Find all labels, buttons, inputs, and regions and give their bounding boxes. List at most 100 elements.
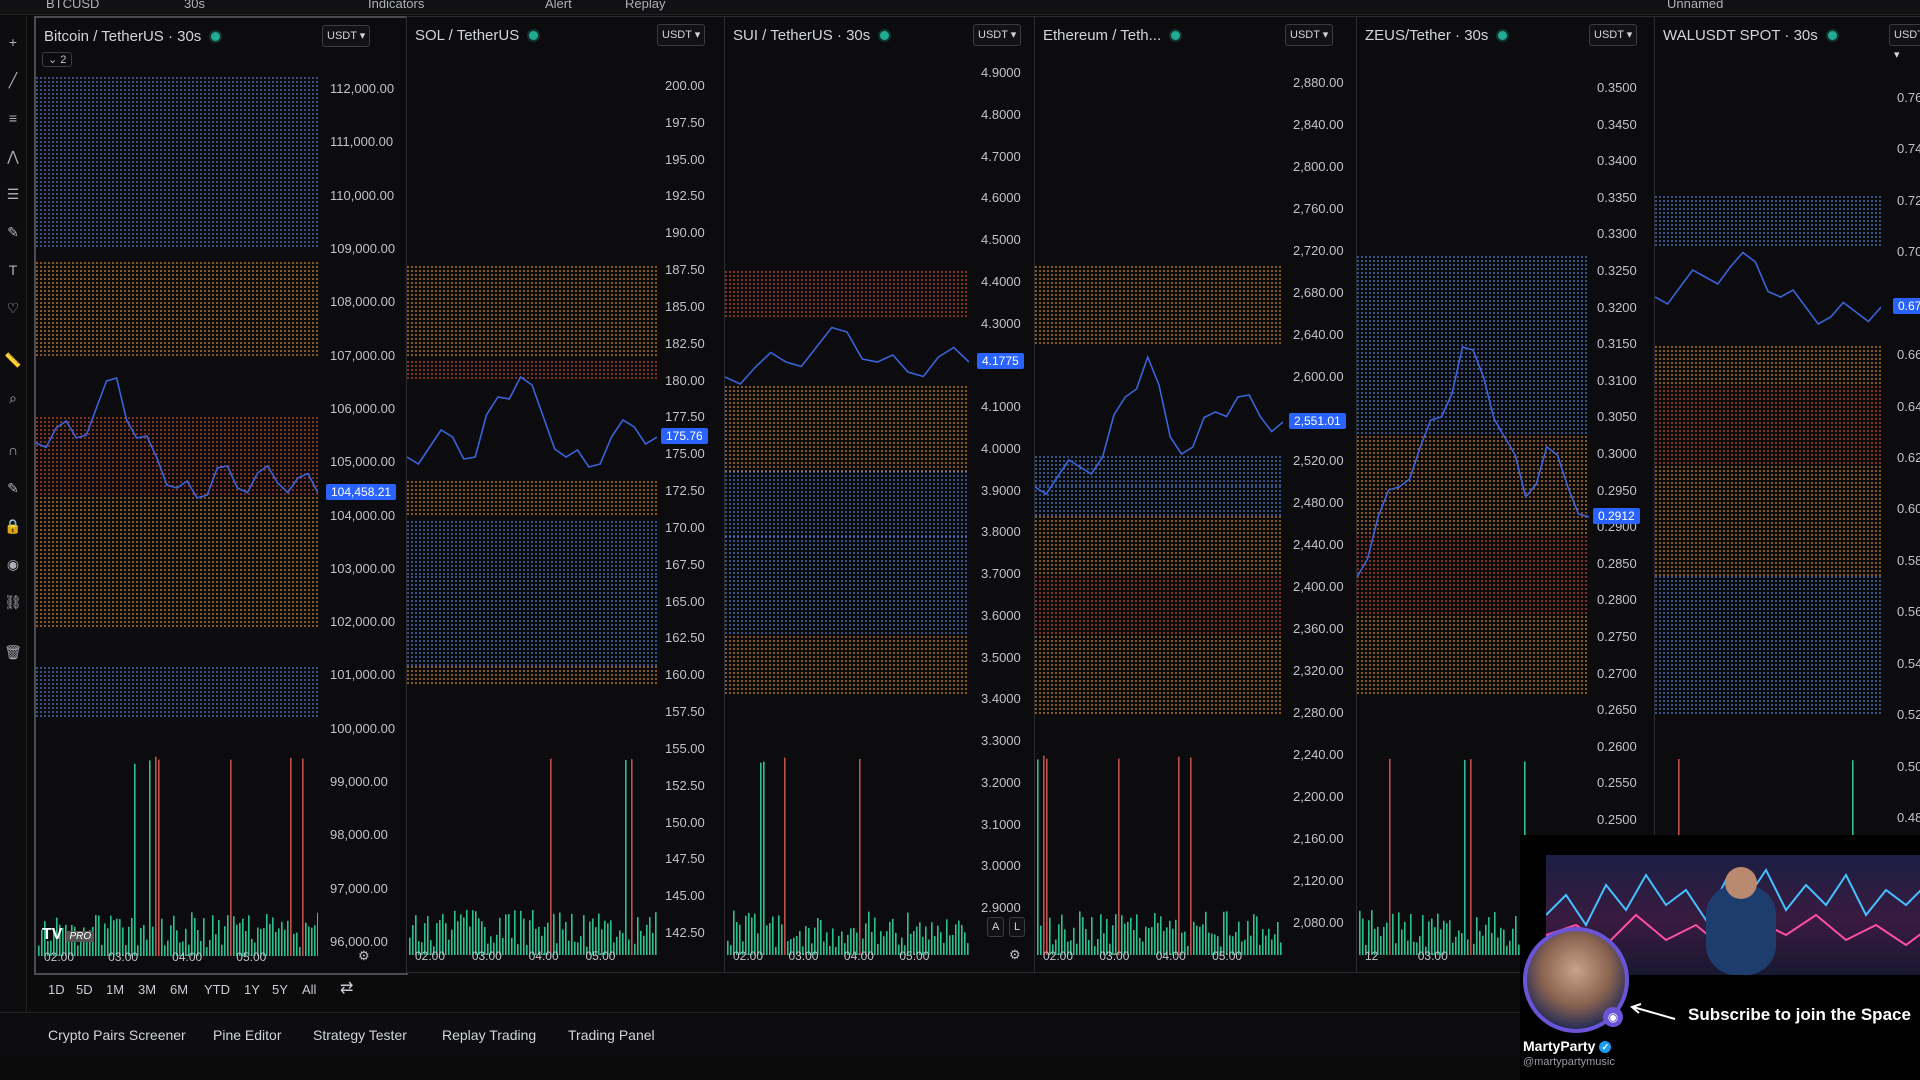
volume-bar [1091, 917, 1093, 955]
price-axis-label: 0.2700 [1597, 665, 1637, 681]
tab-strategy-tester[interactable]: Strategy Tester [313, 1027, 407, 1043]
volume-bar [967, 943, 969, 955]
tab-replay-trading[interactable]: Replay Trading [442, 1027, 536, 1043]
volume-bar [1449, 920, 1451, 955]
scale-toggle-button[interactable]: A [987, 917, 1005, 937]
lock-icon[interactable]: 🔒 [3, 516, 23, 536]
replay-button[interactable]: Replay [625, 0, 665, 11]
range-1d[interactable]: 1D [48, 982, 65, 997]
volume-bar [1076, 943, 1078, 955]
chart-canvas[interactable] [1655, 17, 1881, 972]
volume-bar [272, 917, 274, 956]
settings-gear-icon[interactable]: ⚙ [358, 948, 370, 964]
trendline-icon[interactable]: ╱ [3, 70, 23, 90]
currency-dropdown[interactable]: USDT ▾ [973, 24, 1022, 46]
currency-dropdown[interactable]: USDT ▾ [657, 24, 706, 46]
tab-crypto-pairs-screener[interactable]: Crypto Pairs Screener [48, 1027, 186, 1043]
brush-icon[interactable]: ✎ [3, 222, 23, 242]
chart-title[interactable]: Ethereum / Teth... [1043, 27, 1181, 44]
volume-bar [1151, 927, 1153, 955]
symbol-label: SUI / TetherUS · 30s [733, 27, 871, 44]
interval-button[interactable]: 30s [184, 0, 205, 11]
scale-toggle-button[interactable]: L [1009, 917, 1026, 937]
zoom-icon[interactable]: ⌕ [3, 388, 23, 408]
range-5y[interactable]: 5Y [272, 982, 288, 997]
chart-panel[interactable]: SUI / TetherUS · 30s USDT ▾ 4.9000 4.8000 4.… [724, 16, 1036, 973]
ruler-icon[interactable]: 📏 [3, 350, 23, 370]
chart-panel[interactable]: ZEUS/Tether · 30s USDT ▾ 0.3500 0.3450 0.340… [1356, 16, 1656, 973]
volume-bar [1392, 913, 1394, 955]
volume-bar [167, 940, 169, 956]
currency-dropdown[interactable]: USDT ▾ [1589, 24, 1638, 46]
chart-panel[interactable]: SOL / TetherUS USDT ▾ 200.00 197.50 195.00 19… [406, 16, 725, 973]
volume-bar [550, 758, 552, 955]
alert-button[interactable]: Alert [545, 0, 572, 11]
chart-panel[interactable]: Ethereum / Teth... USDT ▾ 2,880.00 2,840.00… [1034, 16, 1358, 973]
date-range-bar: 1D 5D 1M 3M 6M YTD 1Y 5Y All ⇄ [28, 972, 1528, 1008]
volume-bar [958, 920, 960, 955]
chart-panel[interactable]: Bitcoin / TetherUS · 30s USDT ▾ ⌄ 2 112,000… [34, 16, 408, 975]
volume-bar [203, 918, 205, 956]
currency-dropdown[interactable]: USDT ▾ [1285, 24, 1334, 46]
range-3m[interactable]: 3M [138, 982, 156, 997]
currency-dropdown[interactable]: USDT ▾ [1889, 24, 1920, 61]
tab-pine-editor[interactable]: Pine Editor [213, 1027, 281, 1043]
volume-bar [514, 910, 516, 955]
range-1m[interactable]: 1M [106, 982, 124, 997]
chart-canvas[interactable] [725, 17, 969, 972]
price-axis-label: 185.00 [665, 298, 705, 314]
indicators-button[interactable]: Indicators [368, 0, 424, 11]
price-axis-label: 195.00 [665, 151, 705, 167]
chart-canvas[interactable] [1035, 17, 1283, 972]
link-icon[interactable]: ⛓ [3, 592, 23, 612]
indicator-collapse-toggle[interactable]: ⌄ 2 [42, 52, 73, 67]
price-axis-label: 97,000.00 [330, 880, 388, 896]
last-price-badge: 175.76 [661, 428, 708, 444]
pattern-icon[interactable]: ⋀ [3, 146, 23, 166]
price-axis-label: 100,000.00 [330, 720, 396, 736]
price-axis-label: 108,000.00 [330, 294, 396, 310]
price-axis-label: 0.2500 [1597, 812, 1637, 827]
price-axis-label: 0.76 [1897, 90, 1920, 105]
chart-title[interactable]: SUI / TetherUS · 30s [733, 27, 890, 44]
forecast-icon[interactable]: ☰ [3, 184, 23, 204]
range-5d[interactable]: 5D [76, 982, 93, 997]
crosshair-icon[interactable]: + [3, 32, 23, 52]
tab-trading-panel[interactable]: Trading Panel [568, 1027, 655, 1043]
chart-panel[interactable]: WALUSDT SPOT · 30s USDT ▾ 0.76 0.74 0.72 0.70… [1654, 16, 1920, 973]
range-1y[interactable]: 1Y [244, 982, 260, 997]
text-icon[interactable]: T [3, 260, 23, 280]
settings-gear-icon[interactable]: ⚙ [1009, 947, 1021, 963]
range-ytd[interactable]: YTD [204, 982, 230, 997]
volume-bar [1190, 757, 1192, 955]
chart-title[interactable]: Bitcoin / TetherUS · 30s [44, 28, 221, 45]
chart-title[interactable]: SOL / TetherUS [415, 27, 539, 44]
trash-icon[interactable]: 🗑 [3, 642, 23, 662]
eye-icon[interactable]: ◉ [3, 554, 23, 574]
live-status-icon [1498, 31, 1508, 40]
layout-name[interactable]: Unnamed [1667, 0, 1723, 11]
price-axis-label: 0.3000 [1597, 446, 1637, 461]
chart-title[interactable]: WALUSDT SPOT · 30s [1663, 27, 1837, 44]
chart-canvas[interactable] [1357, 17, 1589, 972]
chart-canvas[interactable] [407, 17, 657, 972]
time-axis-label: 12 [1365, 949, 1379, 963]
volume-bar [149, 760, 151, 956]
volume-bar [1401, 929, 1403, 955]
goto-date-icon[interactable]: ⇄ [340, 978, 353, 998]
chart-title[interactable]: ZEUS/Tether · 30s [1365, 27, 1508, 44]
volume-bar [287, 920, 289, 956]
volume-bar [1503, 929, 1505, 955]
price-axis-label: 0.3100 [1597, 372, 1637, 388]
magnet-icon[interactable]: ∩ [3, 440, 23, 460]
fib-icon[interactable]: ≡ [3, 108, 23, 128]
currency-dropdown[interactable]: USDT ▾ [322, 25, 371, 47]
chart-canvas[interactable] [36, 18, 318, 973]
heart-icon[interactable]: ♡ [3, 298, 23, 318]
price-axis-label: 170.00 [665, 519, 705, 535]
volume-bar [838, 935, 840, 955]
lock-drawing-icon[interactable]: ✎ [3, 478, 23, 498]
range-all[interactable]: All [302, 982, 316, 997]
symbol-search[interactable]: BTCUSD [46, 0, 99, 11]
range-6m[interactable]: 6M [170, 982, 188, 997]
